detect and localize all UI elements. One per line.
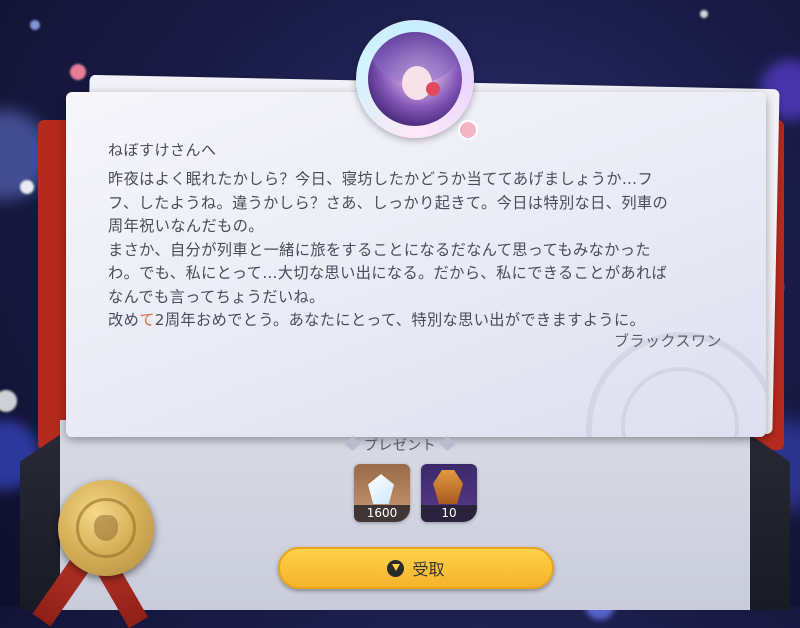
avatar [368,32,462,126]
letter: ねぼすけさんへ 昨夜はよく眠れたかしら？今日、寝坊したかどうか当ててあげましょう… [66,92,766,437]
item-count: 10 [421,505,477,522]
letter-text: 改め [108,311,140,329]
avatar-badge [458,120,478,140]
present-label: プレゼント [363,438,437,454]
bokeh-light [30,20,40,30]
bokeh-light [70,64,86,80]
receive-button-label: 受取 [412,560,445,579]
reward-item-lantern[interactable]: 10 [421,464,477,522]
lantern-icon [433,470,463,504]
item-count: 1600 [354,505,410,522]
letter-line: 周年祝いなんだもの。 [108,217,264,235]
letter-accent-char: て [139,311,155,329]
letter-signature: ブラックスワン [613,332,722,350]
bokeh-light [0,390,17,412]
letter-line-last: 改めて2周年おめでとう。あなたにとって、特別な思い出ができますように。 [108,309,738,333]
crystal-icon [368,474,394,504]
present-header: プレゼント [0,435,800,455]
letter-body: 昨夜はよく眠れたかしら？今日、寝坊したかどうか当ててあげましょうか…フ フ、した… [108,168,738,333]
download-icon [387,559,405,577]
diamond-icon [344,435,361,452]
bokeh-light [700,10,708,18]
letter-text: 2周年おめでとう。あなたにとって、特別な思い出ができますように。 [154,311,646,329]
letter-line: なんでも言ってちょうだいね。 [108,287,325,306]
rose-icon [426,82,440,96]
letter-line: わ。でも、私にとって…大切な思い出になる。だから、私にできることがあれば [108,264,668,282]
letter-line: 昨夜はよく眠れたかしら？今日、寝坊したかどうか当ててあげましょうか…フ [108,170,654,188]
wax-seal-emblem [94,515,118,541]
reward-item-crystal[interactable]: 1600 [354,464,410,522]
letter-line: まさか、自分が列車と一緒に旅をすることになるだなんて思ってもみなかった [108,240,651,259]
letter-salutation: ねぼすけさんへ [108,141,217,159]
letter-line: フ、したようね。違うかしら？さあ、しっかり起きて。今日は特別な日、列車の [108,193,669,212]
bokeh-light [20,180,34,194]
diamond-icon [439,435,456,452]
receive-button[interactable]: 受取 [278,547,554,589]
